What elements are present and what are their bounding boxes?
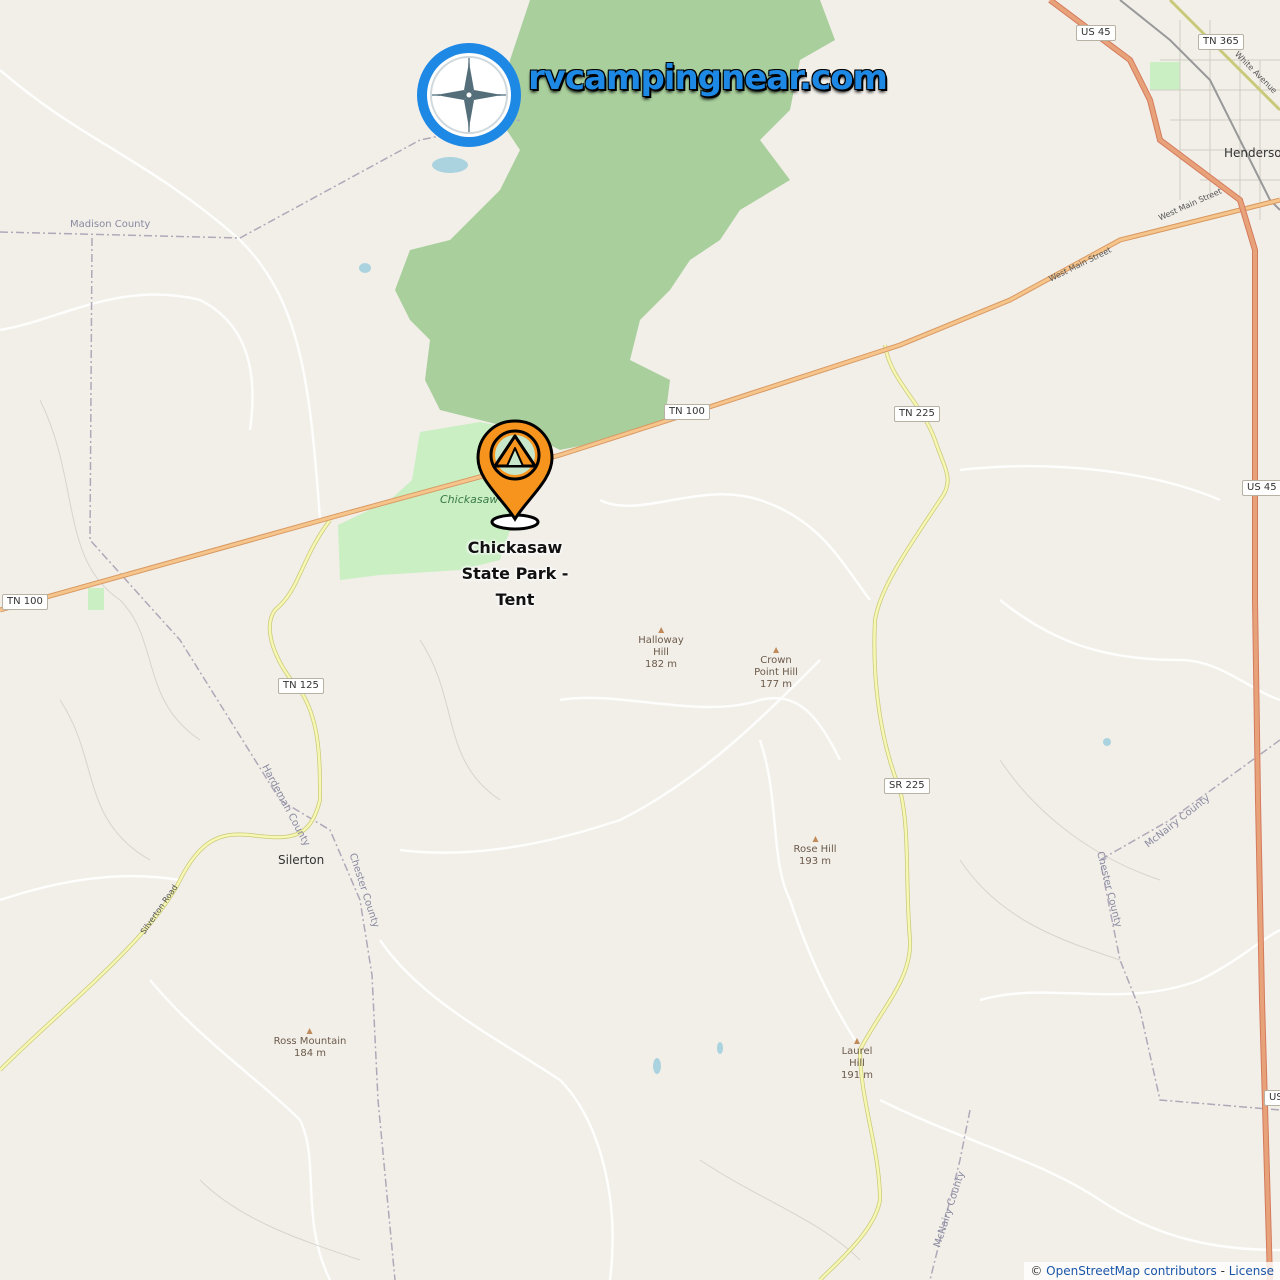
- peak-halloway-hill: Halloway Hill 182 m: [638, 627, 684, 671]
- peak-name: Point Hill: [754, 667, 798, 678]
- route-shield-us45-right: US 45: [1242, 480, 1280, 496]
- license-link[interactable]: License: [1229, 1264, 1274, 1278]
- brand-logo[interactable]: rvcampingnear.com: [414, 40, 888, 150]
- route-shield-tn100: TN 100: [664, 404, 710, 420]
- peak-elevation: 177 m: [759, 679, 792, 690]
- peak-name: Rose Hill: [793, 844, 837, 855]
- peak-icon: [307, 1028, 313, 1034]
- peak-ross-mountain: Ross Mountain 184 m: [273, 1028, 347, 1060]
- peak-name: Halloway: [638, 635, 684, 646]
- copyright-symbol: ©: [1030, 1264, 1043, 1278]
- peak-rose-hill: Rose Hill 193 m: [793, 836, 837, 868]
- peak-elevation: 182 m: [644, 659, 678, 670]
- route-shield-tn100-left: TN 100: [2, 594, 48, 610]
- route-shield-tn125: TN 125: [278, 678, 324, 694]
- campground-marker[interactable]: [474, 418, 556, 538]
- town-label-silerton: Silerton: [278, 853, 325, 867]
- brand-name: rvcampingnear.com: [528, 58, 888, 98]
- peak-elevation: 191 m: [840, 1070, 874, 1081]
- peak-elevation: 184 m: [293, 1048, 326, 1059]
- peak-name: Ross Mountain: [273, 1036, 347, 1047]
- peak-name: Crown: [760, 655, 792, 666]
- peak-crown-point-hill: Crown Point Hill 177 m: [754, 647, 798, 691]
- peak-laurel-hill: Laurel Hill 191 m: [841, 1038, 873, 1082]
- peak-name: Hill: [849, 1058, 865, 1069]
- route-shield-us45: US 45: [1076, 25, 1116, 41]
- town-label-henderson: Henderso: [1224, 146, 1280, 160]
- map-attribution: © OpenStreetMap contributors - License: [1024, 1262, 1280, 1280]
- route-shield-tn365: TN 365: [1198, 34, 1244, 50]
- peak-elevation: 193 m: [798, 856, 832, 867]
- route-shield-tn225: TN 225: [894, 406, 940, 422]
- peak-name: Hill: [653, 647, 669, 658]
- peak-icon: [811, 836, 818, 842]
- campground-label: Chickasaw State Park - Tent: [461, 538, 569, 609]
- peak-icon: [853, 1038, 860, 1044]
- osm-contributors-link[interactable]: OpenStreetMap contributors: [1046, 1264, 1217, 1278]
- peak-name: Laurel: [841, 1046, 873, 1057]
- route-shield-us-edge: US: [1264, 1090, 1280, 1106]
- peak-icon: [773, 647, 779, 653]
- county-label-madison: Madison County: [70, 219, 151, 230]
- attribution-separator: -: [1216, 1264, 1229, 1278]
- compass-icon: [417, 43, 521, 147]
- peak-icon: [657, 627, 664, 633]
- map-pin-icon: [476, 419, 554, 531]
- map-canvas[interactable]: rvcampingnear.com US 45 TN 365 TN 100 TN…: [0, 0, 1280, 1280]
- tent-icon: [493, 434, 537, 475]
- route-shield-sr225: SR 225: [884, 778, 930, 794]
